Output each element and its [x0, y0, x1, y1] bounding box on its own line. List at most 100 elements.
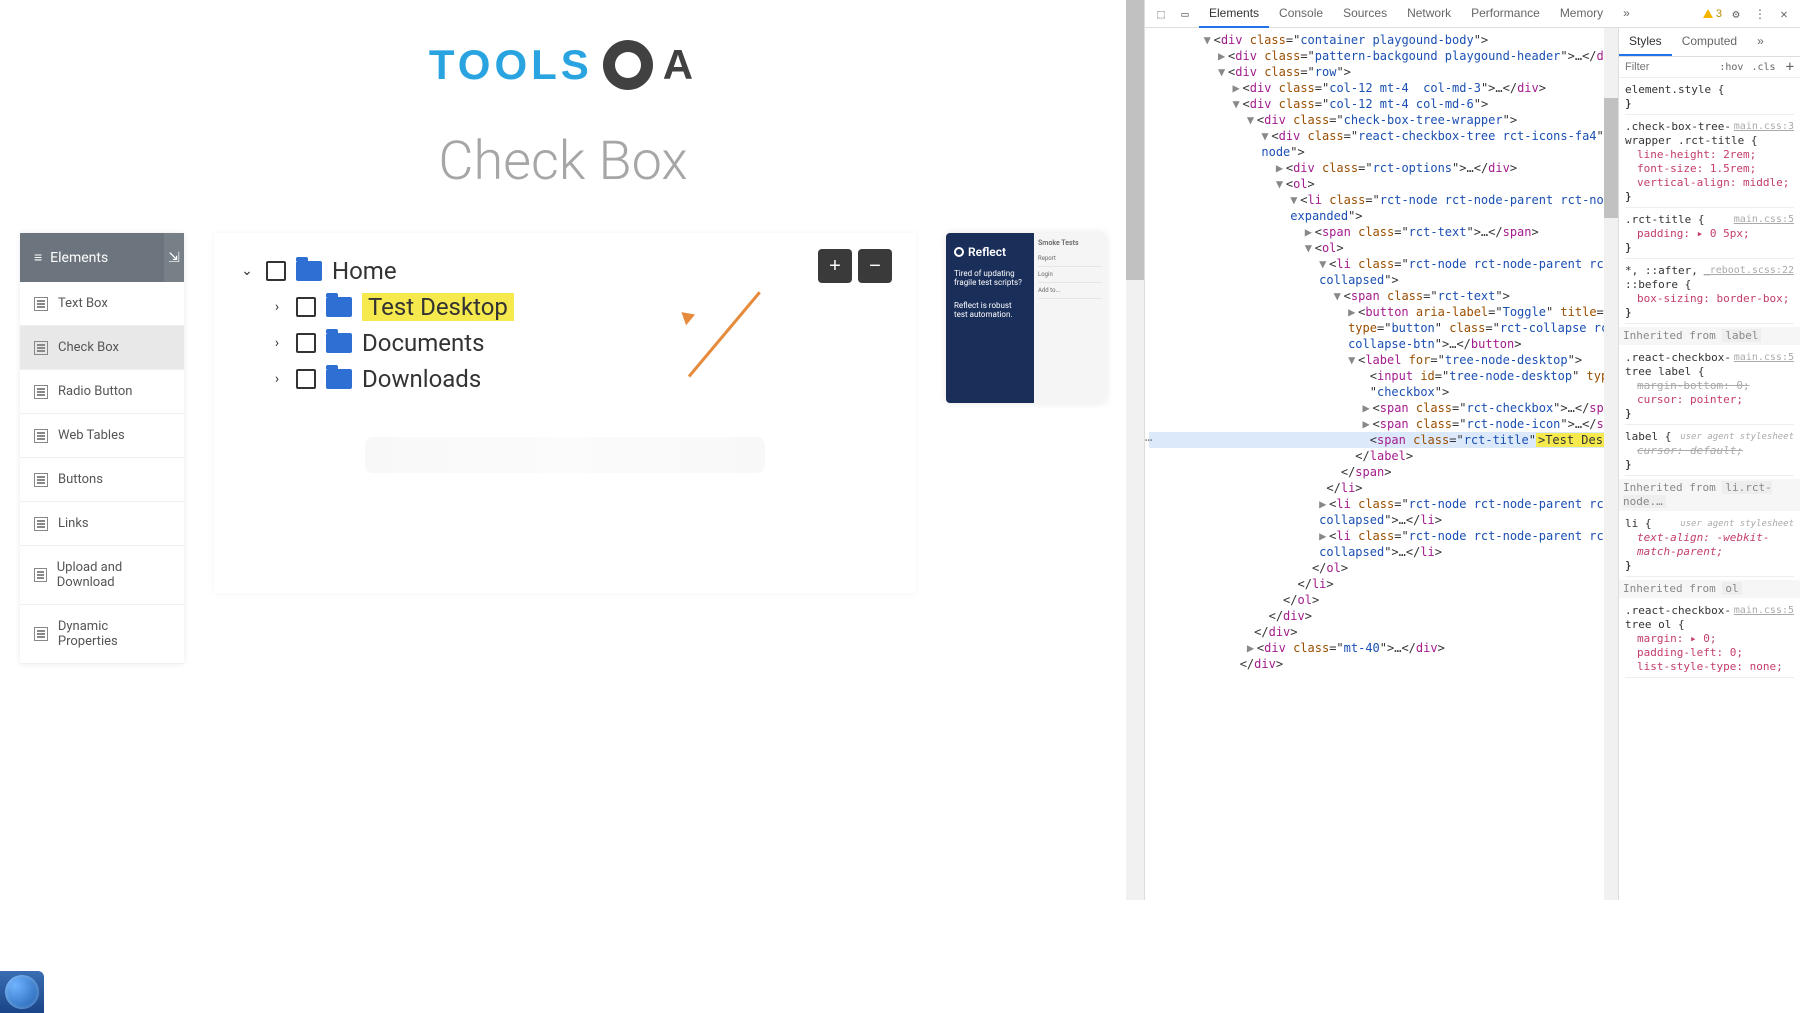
style-prop: padding-left: 0; — [1625, 646, 1794, 660]
device-toggle-icon[interactable]: ▭ — [1175, 4, 1195, 24]
menu-icon: ≡ — [34, 249, 42, 266]
style-link[interactable]: main.css:3 — [1734, 120, 1794, 134]
tab-styles[interactable]: Styles — [1619, 28, 1672, 56]
styles-body[interactable]: element.style {} main.css:3.check-box-tr… — [1619, 78, 1800, 900]
warning-count: 3 — [1716, 8, 1722, 20]
node-label: Downloads — [362, 365, 481, 393]
style-prop: margin-bottom: 0; — [1625, 379, 1794, 393]
chevron-right-icon[interactable]: › — [268, 370, 286, 388]
ad-tagline-1: Tired of updating fragile test scripts? — [954, 269, 1026, 287]
tab-memory[interactable]: Memory — [1550, 0, 1613, 28]
tab-elements[interactable]: Elements — [1199, 0, 1269, 28]
sidebar-item-label: Upload and Download — [57, 560, 170, 590]
cls-toggle[interactable]: .cls — [1747, 60, 1779, 75]
hov-toggle[interactable]: :hov — [1715, 60, 1747, 75]
sidebar-item-label: Radio Button — [58, 384, 132, 399]
sidebar-item-text-box[interactable]: Text Box — [20, 282, 184, 326]
style-prop: vertical-align: middle; — [1625, 176, 1794, 190]
logo-prefix: TOOLS — [429, 41, 593, 89]
item-icon — [34, 517, 48, 531]
close-icon[interactable]: ✕ — [1774, 4, 1794, 24]
start-button[interactable] — [5, 975, 39, 1009]
chevron-right-icon[interactable]: › — [268, 298, 286, 316]
inherited-header: Inherited from ol — [1619, 580, 1800, 598]
style-prop: padding: ▸ 0 5px; — [1625, 227, 1794, 241]
warning-icon — [1703, 9, 1713, 18]
style-prop: font-size: 1.5rem; — [1625, 162, 1794, 176]
ad-brand-label: Reflect — [968, 245, 1006, 259]
warning-badge[interactable]: 3 — [1703, 8, 1722, 20]
tab-console[interactable]: Console — [1269, 0, 1333, 28]
sidebar-item-links[interactable]: Links — [20, 502, 184, 546]
style-prop: margin: ▸ 0; — [1625, 632, 1794, 646]
taskbar[interactable] — [0, 971, 44, 1013]
dom-tree[interactable]: ▼<div class="container playgound-body"> … — [1145, 28, 1604, 900]
styles-filter-input[interactable] — [1619, 57, 1715, 77]
checkbox[interactable] — [296, 333, 316, 353]
chevron-down-icon[interactable]: ⌄ — [238, 262, 256, 280]
tree-node-desktop[interactable]: › Test Desktop — [268, 289, 892, 325]
style-link[interactable]: _reboot.scss:22 — [1704, 264, 1794, 278]
sidebar-item-upload-download[interactable]: Upload and Download — [20, 546, 184, 605]
new-rule-button[interactable]: + — [1780, 57, 1800, 77]
style-link[interactable]: main.css:5 — [1734, 213, 1794, 227]
tab-computed[interactable]: Computed — [1672, 28, 1747, 56]
item-icon — [34, 341, 48, 355]
expand-all-button[interactable]: + — [818, 249, 852, 283]
sidebar-item-label: Dynamic Properties — [58, 619, 170, 649]
checkbox[interactable] — [266, 261, 286, 281]
sidebar-item-check-box[interactable]: Check Box — [20, 326, 184, 370]
style-selector: element.style { — [1625, 83, 1724, 96]
ua-label: user agent stylesheet — [1680, 430, 1794, 444]
sidebar-item-dynamic-properties[interactable]: Dynamic Properties — [20, 605, 184, 664]
logo-suffix: A — [663, 41, 697, 89]
tree-node-documents[interactable]: › Documents — [268, 325, 892, 361]
scrollbar-thumb[interactable] — [1126, 0, 1144, 280]
sidebar-item-radio-button[interactable]: Radio Button — [20, 370, 184, 414]
tab-performance[interactable]: Performance — [1461, 0, 1550, 28]
tree-node-downloads[interactable]: › Downloads — [268, 361, 892, 397]
tree-node-home[interactable]: ⌄ Home — [238, 253, 892, 289]
node-label: Home — [332, 257, 397, 285]
advertisement[interactable]: Reflect Tired of updating fragile test s… — [946, 233, 1106, 403]
logo: TOOLS A — [0, 0, 1126, 110]
kebab-icon[interactable]: ⋮ — [1750, 4, 1770, 24]
sidebar-item-web-tables[interactable]: Web Tables — [20, 414, 184, 458]
style-link[interactable]: main.css:5 — [1734, 351, 1794, 365]
styles-tabs-more[interactable]: » — [1747, 28, 1774, 56]
checkbox[interactable] — [296, 297, 316, 317]
item-icon — [34, 627, 48, 641]
sidebar-item-label: Check Box — [58, 340, 119, 355]
sidebar-item-buttons[interactable]: Buttons — [20, 458, 184, 502]
scrollbar-thumb[interactable] — [1604, 98, 1618, 218]
checkbox[interactable] — [296, 369, 316, 389]
style-link[interactable]: main.css:5 — [1734, 604, 1794, 618]
inspect-icon[interactable]: ⬚ — [1151, 4, 1171, 24]
tabs-more[interactable]: » — [1613, 0, 1640, 28]
tab-network[interactable]: Network — [1397, 0, 1461, 28]
folder-icon — [326, 369, 352, 389]
page-scrollbar[interactable] — [1126, 0, 1144, 900]
sidebar-collapse-icon[interactable]: ⇲ — [164, 233, 184, 282]
style-prop: line-height: 2rem; — [1625, 148, 1794, 162]
chevron-right-icon[interactable]: › — [268, 334, 286, 352]
ua-label: user agent stylesheet — [1680, 517, 1794, 531]
style-prop: cursor: pointer; — [1625, 393, 1794, 407]
dom-scrollbar[interactable] — [1604, 28, 1618, 900]
folder-icon — [326, 333, 352, 353]
folder-icon — [326, 297, 352, 317]
tab-sources[interactable]: Sources — [1333, 0, 1397, 28]
sidebar-header-label: Elements — [50, 250, 108, 266]
ad-row: Login — [1038, 267, 1102, 283]
collapse-all-button[interactable]: − — [858, 249, 892, 283]
item-icon — [34, 297, 48, 311]
style-selector: *, ::after, ::before { — [1625, 264, 1698, 291]
sidebar-item-label: Text Box — [58, 296, 108, 311]
sidebar-header[interactable]: ≡ Elements ⇲ — [20, 233, 184, 282]
ad-row: Report — [1038, 251, 1102, 267]
gear-icon[interactable]: ⚙ — [1726, 4, 1746, 24]
sidebar-item-label: Buttons — [58, 472, 103, 487]
style-selector: .rct-title { — [1625, 213, 1704, 226]
tree-panel: + − ⌄ Home › Test Desktop › — [214, 233, 916, 593]
node-label: Test Desktop — [362, 293, 514, 321]
